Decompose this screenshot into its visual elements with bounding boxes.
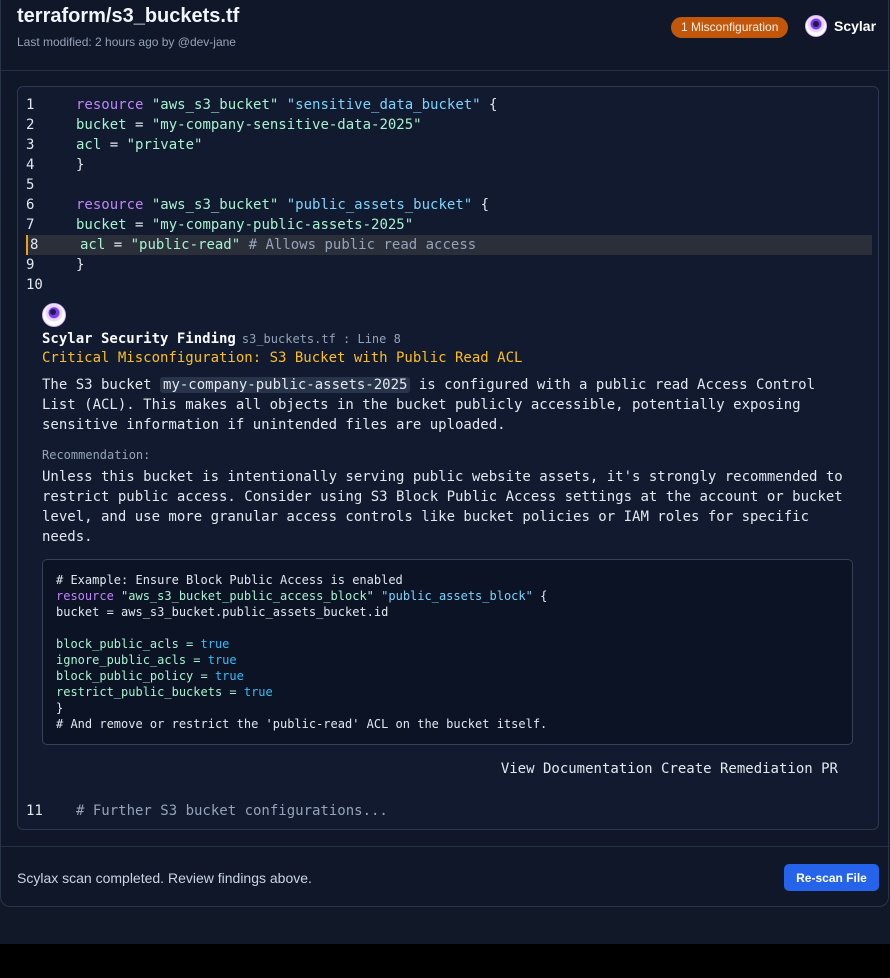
- code-line: 10: [18, 275, 870, 295]
- line-number: 9: [26, 257, 35, 273]
- snippet-line: resource "aws_s3_bucket_public_access_bl…: [56, 588, 839, 604]
- scylar-logo-icon: [42, 303, 66, 327]
- string: "aws_s3_bucket": [151, 97, 279, 113]
- string: "public_assets_block": [381, 589, 533, 603]
- line-number: 3: [26, 137, 35, 153]
- snippet-line: ignore_public_acls = true: [56, 652, 839, 668]
- code-line: 1 resource "aws_s3_bucket" "sensitive_da…: [18, 95, 870, 115]
- brace: }: [76, 257, 85, 273]
- finding-location: s3_buckets.tf : Line 8: [242, 332, 401, 346]
- finding-description: The S3 bucket my-company-public-assets-2…: [42, 375, 854, 435]
- line-number: 10: [26, 277, 43, 293]
- snippet-comment: # Example: Ensure Block Public Access is…: [56, 573, 403, 587]
- snippet-comment: # And remove or restrict the 'public-rea…: [56, 717, 548, 731]
- snippet-line: }: [56, 701, 64, 715]
- scan-status: Scylax scan completed. Review findings a…: [17, 870, 312, 886]
- attribute: ignore_public_acls =: [56, 653, 208, 667]
- attribute: acl: [76, 137, 102, 153]
- brace: }: [76, 157, 85, 173]
- code-line: 9 }: [18, 255, 870, 275]
- code-line: 3 acl = "private": [18, 135, 870, 155]
- file-title: terraform/s3_buckets.tf: [17, 5, 240, 27]
- code-line: 5: [18, 175, 870, 195]
- snippet-line: bucket = aws_s3_bucket.public_assets_buc…: [56, 605, 389, 619]
- attribute: block_public_policy =: [56, 669, 215, 683]
- comment: # Allows public read access: [240, 237, 477, 253]
- line-number: 7: [26, 217, 35, 233]
- page: terraform/s3_buckets.tf Last modified: 2…: [0, 0, 890, 944]
- operator: =: [126, 117, 152, 133]
- string: "my-company-sensitive-data-2025": [151, 117, 422, 133]
- brace: {: [532, 589, 548, 603]
- bucket-name-code: my-company-public-assets-2025: [160, 377, 411, 393]
- rescan-file-button[interactable]: Re-scan File: [784, 864, 879, 891]
- scylar-logo-icon: [805, 15, 827, 37]
- misconfiguration-badge[interactable]: 1 Misconfiguration: [671, 17, 789, 38]
- line-number: 1: [26, 97, 35, 113]
- attribute: restrict_public_buckets =: [56, 685, 244, 699]
- recommendation-text: Unless this bucket is intentionally serv…: [42, 469, 843, 545]
- code-line: 6 resource "aws_s3_bucket" "public_asset…: [18, 195, 870, 215]
- snippet-line: restrict_public_buckets = true: [56, 684, 839, 700]
- operator: =: [105, 237, 131, 253]
- line-number: 5: [26, 177, 35, 193]
- line-number: 11: [26, 803, 43, 819]
- string: "sensitive_data_bucket": [286, 97, 481, 113]
- finding-file: s3_buckets.tf: [241, 332, 336, 346]
- code-line: 11 # Further S3 bucket configurations...: [18, 801, 870, 821]
- finding-title: Critical Misconfiguration: S3 Bucket wit…: [42, 350, 523, 366]
- brand: Scylar: [805, 15, 876, 37]
- finding-heading-text: Scylar Security Finding: [42, 331, 236, 347]
- code-editor: 1 resource "aws_s3_bucket" "sensitive_da…: [17, 86, 879, 830]
- attribute: bucket: [76, 117, 127, 133]
- boolean: true: [243, 685, 273, 699]
- string: "aws_s3_bucket": [151, 197, 279, 213]
- attribute: block_public_acls =: [56, 637, 201, 651]
- boolean: true: [214, 669, 244, 683]
- boolean: true: [200, 637, 230, 651]
- finding-separator: :: [335, 332, 358, 346]
- attribute: bucket: [76, 217, 127, 233]
- comment: # Further S3 bucket configurations...: [76, 803, 388, 819]
- finding-actions: View Documentation Create Remediation PR: [42, 761, 838, 777]
- string: "public-read": [130, 237, 241, 253]
- finding-heading: Scylar Security Finding s3_buckets.tf : L…: [42, 331, 401, 347]
- code-line: 2 bucket = "my-company-sensitive-data-20…: [18, 115, 870, 135]
- snippet-line: block_public_policy = true: [56, 668, 839, 684]
- operator: =: [101, 137, 127, 153]
- line-number: 4: [26, 157, 35, 173]
- boolean: true: [207, 653, 237, 667]
- string: "aws_s3_bucket_public_access_block": [121, 589, 374, 603]
- view-documentation-link[interactable]: View Documentation: [501, 761, 653, 777]
- brand-name: Scylar: [834, 18, 877, 34]
- snippet-blank: [56, 620, 839, 636]
- finding-logo: [42, 303, 66, 327]
- file-panel: terraform/s3_buckets.tf Last modified: 2…: [0, 0, 890, 907]
- file-header: terraform/s3_buckets.tf Last modified: 2…: [1, 0, 890, 71]
- desc-text: The S3 bucket: [42, 377, 161, 393]
- brace: {: [472, 197, 490, 213]
- line-number: 8: [30, 237, 39, 253]
- last-modified: Last modified: 2 hours ago by @dev-jane: [17, 35, 236, 49]
- remediation-snippet: # Example: Ensure Block Public Access is…: [42, 559, 853, 745]
- highlighted-code-line[interactable]: 8 acl = "public-read" # Allows public re…: [26, 235, 872, 255]
- keyword: resource: [76, 97, 144, 113]
- finding-line: Line 8: [357, 332, 401, 346]
- keyword: resource: [76, 197, 144, 213]
- code-line: 7 bucket = "my-company-public-assets-202…: [18, 215, 870, 235]
- snippet-line: block_public_acls = true: [56, 636, 839, 652]
- keyword: resource: [56, 589, 114, 603]
- string: "public_assets_bucket": [286, 197, 473, 213]
- code-line: 4 }: [18, 155, 870, 175]
- scan-footer: Scylax scan completed. Review findings a…: [1, 846, 890, 907]
- brace: {: [480, 97, 498, 113]
- string: "my-company-public-assets-2025": [151, 217, 414, 233]
- create-remediation-pr-link[interactable]: Create Remediation PR: [661, 761, 838, 777]
- line-number: 2: [26, 117, 35, 133]
- operator: =: [126, 217, 152, 233]
- string: "private": [126, 137, 203, 153]
- recommendation-label: Recommendation:: [42, 448, 151, 462]
- line-number: 6: [26, 197, 35, 213]
- attribute: acl: [80, 237, 106, 253]
